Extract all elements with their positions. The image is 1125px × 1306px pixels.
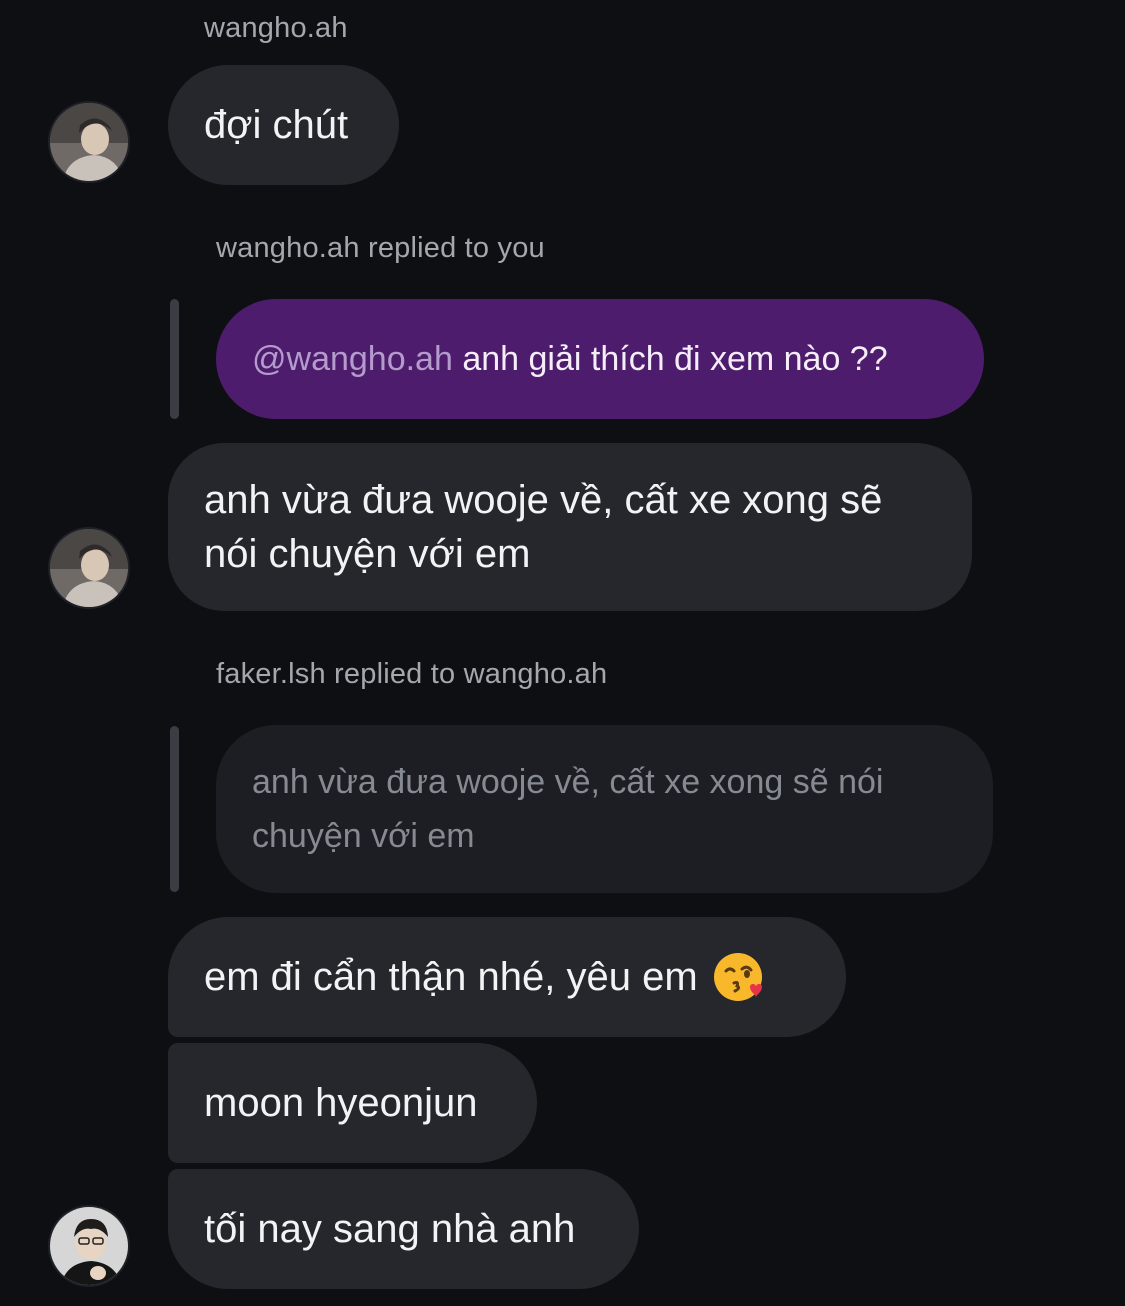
sender-name: wangho.ah [204, 12, 348, 44]
avatar-photo [50, 103, 128, 181]
message-bubble[interactable]: đợi chút [168, 65, 399, 185]
quoted-mention[interactable]: @wangho.ah [252, 332, 453, 386]
reply-caption: wangho.ah replied to you [216, 232, 545, 264]
message-text: đợi chút [204, 103, 349, 147]
kissing-face-with-heart-emoji [713, 953, 762, 1001]
avatar[interactable] [48, 527, 130, 609]
avatar-photo [50, 529, 128, 607]
quote-bar [170, 299, 179, 419]
avatar-photo [50, 1207, 128, 1285]
quoted-message[interactable]: @wangho.ah anh giải thích đi xem nào ?? [216, 299, 984, 419]
message-bubble[interactable]: anh vừa đưa wooje về, cất xe xong sẽ nói… [168, 443, 972, 611]
reply-caption: faker.lsh replied to wangho.ah [216, 658, 608, 690]
avatar[interactable] [48, 101, 130, 183]
message-bubble[interactable]: em đi cẩn thận nhé, yêu em [168, 917, 846, 1037]
message-text: anh vừa đưa wooje về, cất xe xong sẽ nói… [204, 478, 883, 576]
message-text: moon hyeonjun [204, 1081, 478, 1125]
message-bubble[interactable]: tối nay sang nhà anh [168, 1169, 639, 1289]
quoted-message[interactable]: anh vừa đưa wooje về, cất xe xong sẽ nói… [216, 725, 993, 893]
message-text: tối nay sang nhà anh [204, 1207, 576, 1251]
message-bubble[interactable]: moon hyeonjun [168, 1043, 537, 1163]
quoted-text: anh giải thích đi xem nào ?? [462, 340, 888, 378]
avatar[interactable] [48, 1205, 130, 1287]
quote-bar [170, 726, 179, 892]
message-text: em đi cẩn thận nhé, yêu em [204, 955, 698, 999]
quoted-text: anh vừa đưa wooje về, cất xe xong sẽ nói… [252, 763, 884, 855]
